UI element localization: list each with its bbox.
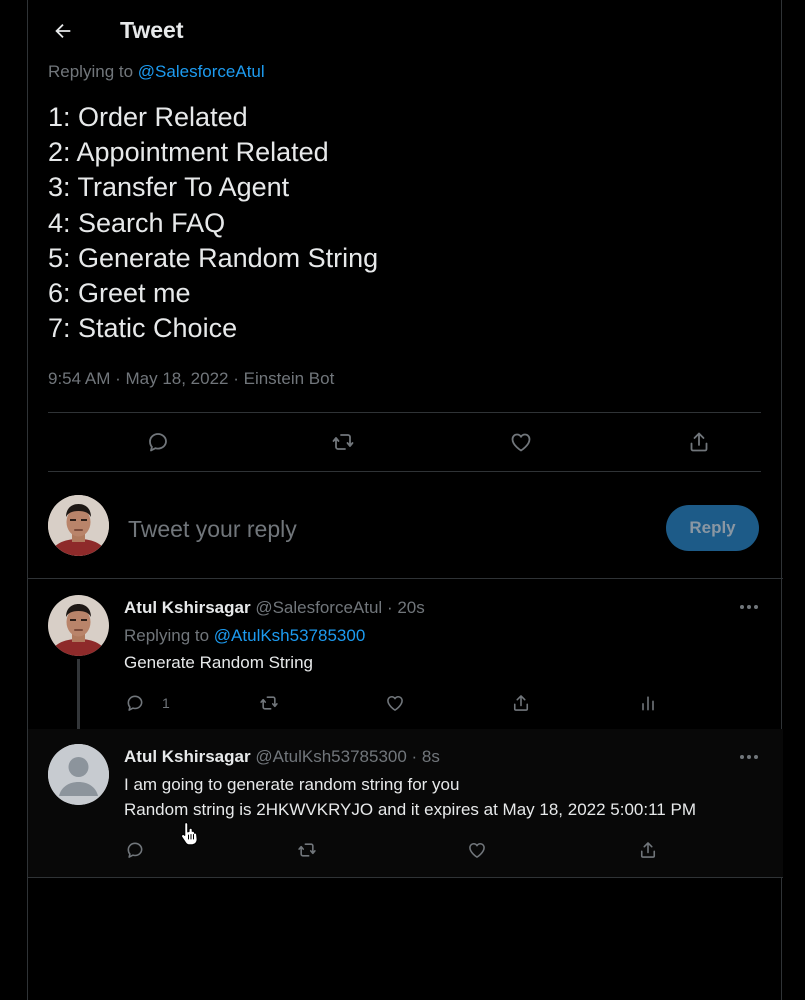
replying-prefix: Replying to: [48, 62, 134, 81]
like-button[interactable]: [382, 690, 408, 716]
author-name[interactable]: Atul Kshirsagar: [124, 747, 251, 766]
share-button[interactable]: [635, 837, 661, 863]
tweet-time[interactable]: · 8s: [412, 747, 440, 766]
reply-input[interactable]: [126, 512, 646, 546]
more-icon: [740, 605, 758, 609]
more-icon: [740, 755, 758, 759]
divider: [48, 471, 761, 472]
replying-to-line: Replying to @SalesforceAtul: [48, 62, 265, 82]
reply-button[interactable]: [143, 427, 173, 457]
replying-to-mention[interactable]: @AtulKsh53785300: [214, 626, 365, 645]
header: Tweet: [28, 0, 783, 60]
menu-option: 3: Transfer To Agent: [48, 172, 290, 203]
retweet-button[interactable]: [256, 690, 282, 716]
author-name[interactable]: Atul Kshirsagar: [124, 598, 251, 617]
tweet-text: Generate Random String: [124, 653, 313, 672]
menu-option: 2: Appointment Related: [48, 137, 329, 168]
reply-submit-button[interactable]: Reply: [666, 505, 759, 551]
tweet-text-line: I am going to generate random string for…: [124, 775, 460, 794]
back-button[interactable]: [46, 14, 80, 48]
user-photo-icon: [48, 495, 109, 556]
menu-option: 7: Static Choice: [48, 313, 238, 344]
tweet-text-line: Random string is 2HKWVKRYJO and it expir…: [124, 800, 696, 819]
menu-option: 4: Search FAQ: [48, 207, 226, 238]
divider: [28, 877, 783, 878]
like-button[interactable]: [464, 837, 490, 863]
bot-reply-tweet[interactable]: Atul Kshirsagar @AtulKsh53785300 · 8s I …: [28, 729, 783, 877]
tweet-body: 1: Order Related 2: Appointment Related …: [48, 100, 378, 346]
arrow-left-icon: [55, 23, 71, 39]
reply-count: 1: [162, 695, 170, 711]
tweet-author: Atul Kshirsagar @SalesforceAtul · 20s: [124, 598, 425, 618]
reply-icon: [127, 695, 143, 711]
analytics-button[interactable]: [635, 690, 661, 716]
menu-option: 1: Order Related: [48, 102, 248, 132]
replying-to-line: Replying to @AtulKsh53785300: [124, 626, 365, 646]
more-options-button[interactable]: [737, 597, 761, 617]
like-icon: [387, 695, 403, 711]
default-avatar-icon: [48, 744, 109, 805]
tweet-actions: [48, 413, 761, 471]
menu-option: 5: Generate Random String: [48, 242, 379, 273]
avatar[interactable]: [48, 595, 109, 656]
retweet-icon: [260, 696, 278, 710]
share-button[interactable]: [508, 690, 534, 716]
reply-button[interactable]: [122, 690, 148, 716]
author-handle[interactable]: @SalesforceAtul: [255, 598, 382, 617]
menu-option: 6: Greet me: [48, 278, 191, 309]
tweet-timestamp: 9:54 AM · May 18, 2022 · Einstein Bot: [48, 369, 335, 388]
retweet-button[interactable]: [328, 427, 358, 457]
author-handle[interactable]: @AtulKsh53785300: [255, 747, 406, 766]
page-title: Tweet: [120, 17, 184, 43]
avatar[interactable]: [48, 495, 109, 556]
share-icon: [513, 695, 529, 711]
avatar[interactable]: [48, 744, 109, 805]
share-icon: [640, 842, 656, 858]
share-button[interactable]: [684, 427, 714, 457]
reply-icon: [127, 842, 143, 858]
replying-to-mention[interactable]: @SalesforceAtul: [138, 62, 265, 81]
reply-button[interactable]: [122, 837, 148, 863]
user-photo-icon: [48, 595, 109, 656]
retweet-icon: [298, 843, 316, 857]
replying-prefix: Replying to: [124, 626, 210, 645]
analytics-icon: [642, 696, 654, 711]
retweet-button[interactable]: [294, 837, 320, 863]
main-column: Tweet Replying to @SalesforceAtul 1: Ord…: [27, 0, 783, 1000]
reply-tweet[interactable]: Atul Kshirsagar @SalesforceAtul · 20s Re…: [28, 579, 783, 741]
like-icon: [511, 433, 531, 452]
tweet-author: Atul Kshirsagar @AtulKsh53785300 · 8s: [124, 747, 440, 767]
like-button[interactable]: [506, 427, 536, 457]
hand-cursor-icon: [180, 821, 198, 846]
like-icon: [469, 842, 485, 858]
more-options-button[interactable]: [737, 747, 761, 767]
tweet-time[interactable]: · 20s: [387, 598, 425, 617]
tweet-page: Tweet Replying to @SalesforceAtul 1: Ord…: [0, 0, 805, 1000]
reply-icon: [149, 433, 167, 452]
share-icon: [690, 432, 708, 452]
retweet-icon: [332, 434, 354, 450]
